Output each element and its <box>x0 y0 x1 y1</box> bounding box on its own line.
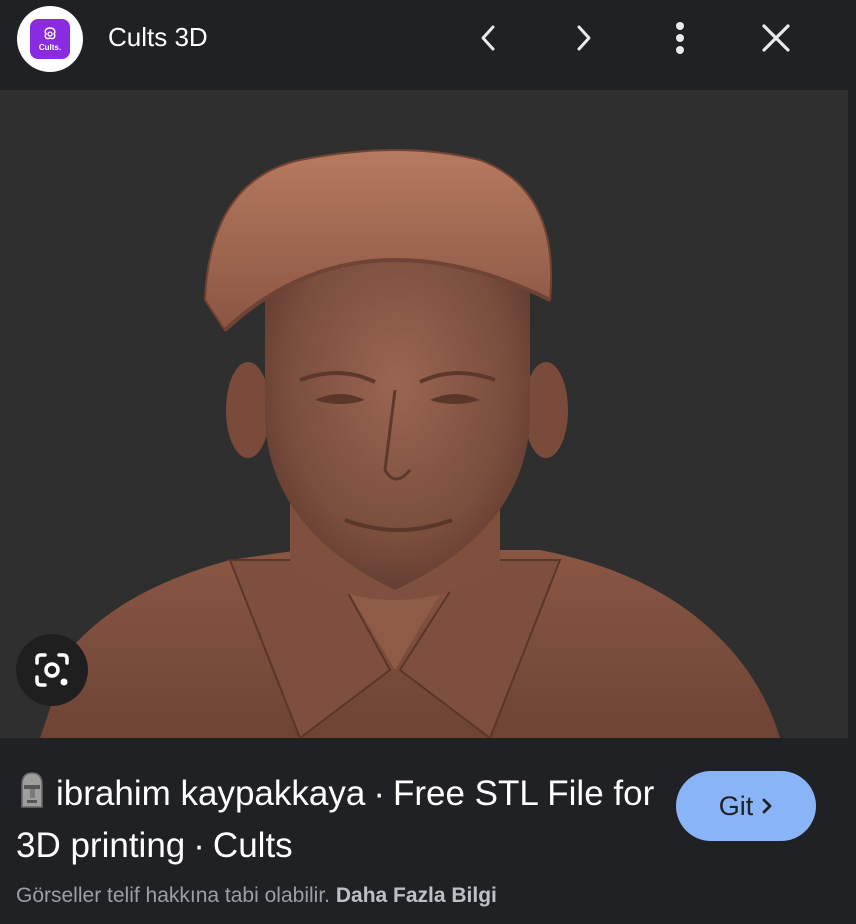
logo-word: Cults. <box>38 43 62 52</box>
more-vert-icon <box>676 22 684 54</box>
moai-icon <box>16 771 48 822</box>
result-title[interactable]: ibrahim kaypakkaya · Free STL File for 3D … <box>16 770 656 870</box>
cults-logo-icon: Cults. <box>30 19 70 59</box>
lens-icon <box>35 653 69 687</box>
title-source: Cults <box>212 826 293 865</box>
previous-button[interactable] <box>466 16 510 60</box>
chevron-right-icon <box>762 798 772 814</box>
visit-button-label: Git <box>718 790 754 821</box>
chevron-right-icon <box>577 25 591 51</box>
title-subject: ibrahim kaypakkaya <box>56 774 366 813</box>
copyright-text: Görseller telif hakkına tabi olabilir. <box>16 884 330 907</box>
chevron-left-icon <box>481 25 495 51</box>
close-button[interactable] <box>754 16 798 60</box>
visit-button[interactable]: Git <box>676 771 816 841</box>
next-button[interactable] <box>562 16 606 60</box>
scroll-edge <box>848 0 856 924</box>
title-separator: · <box>373 774 385 813</box>
viewer-header: Cults. Cults 3D <box>0 0 848 90</box>
preview-image[interactable] <box>0 90 848 738</box>
bust-sculpture-image <box>40 149 780 738</box>
site-logo[interactable]: Cults. <box>17 6 83 72</box>
site-name[interactable]: Cults 3D <box>108 22 208 53</box>
more-options-button[interactable] <box>658 16 702 60</box>
learn-more-link[interactable]: Daha Fazla Bilgi <box>336 884 497 907</box>
lens-search-button[interactable] <box>16 634 88 706</box>
close-icon <box>762 24 790 52</box>
copyright-notice: Görseller telif hakkına tabi olabilir. D… <box>16 884 497 908</box>
title-separator-2: · <box>193 826 205 865</box>
